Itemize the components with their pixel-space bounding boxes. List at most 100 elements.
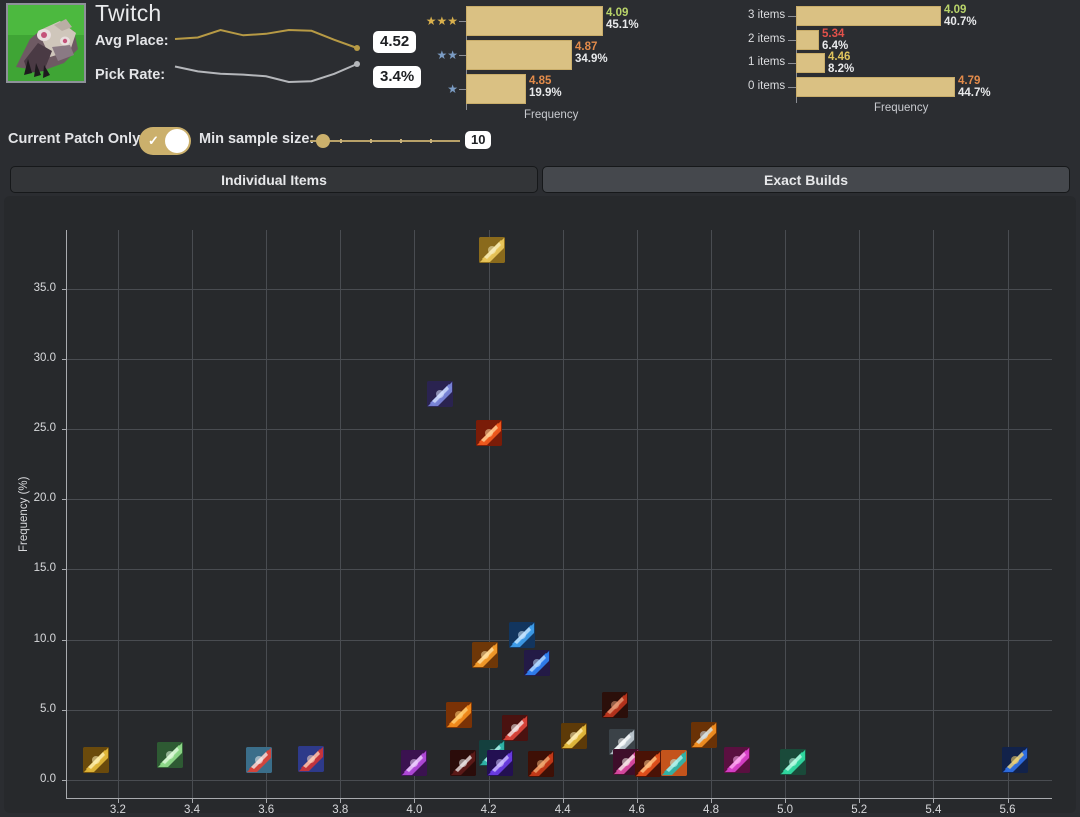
gridline bbox=[66, 569, 1052, 570]
item-giant-slayer-icon bbox=[472, 642, 498, 668]
star-level-chart: ★★★4.0945.1%★★4.8734.9%★4.8519.9% Freque… bbox=[428, 2, 678, 120]
item-rabadons-icon bbox=[724, 747, 750, 773]
item-blue-buff[interactable] bbox=[524, 650, 550, 676]
item-rabadons[interactable] bbox=[724, 747, 750, 773]
item-bar-frequency: 8.2% bbox=[828, 63, 854, 75]
star-bar bbox=[466, 40, 572, 70]
item-bar-place: 4.09 bbox=[944, 4, 977, 16]
item-bar-place: 4.46 bbox=[828, 51, 854, 63]
item-bloodthirster[interactable] bbox=[528, 751, 554, 777]
gridline bbox=[711, 230, 712, 798]
item-count-bar bbox=[796, 30, 819, 50]
gridline bbox=[414, 230, 415, 798]
item-banner[interactable] bbox=[450, 750, 476, 776]
x-tick-label: 3.4 bbox=[172, 804, 212, 816]
item-banner-icon bbox=[450, 750, 476, 776]
x-tick-label: 5.4 bbox=[913, 804, 953, 816]
item-infinity-edge-icon bbox=[476, 420, 502, 446]
gridline bbox=[192, 230, 193, 798]
item-chart-axis-title: Frequency bbox=[874, 102, 928, 114]
item-gargoyle[interactable] bbox=[635, 751, 661, 777]
avg-place-sparkline bbox=[172, 26, 368, 58]
item-edge-of-night[interactable] bbox=[691, 722, 717, 748]
y-tick-label: 35.0 bbox=[14, 282, 56, 294]
avg-place-label: Avg Place: bbox=[95, 33, 169, 49]
current-patch-toggle[interactable]: ✓ bbox=[139, 127, 191, 155]
star-bar-frequency: 19.9% bbox=[529, 87, 562, 99]
gridline bbox=[66, 429, 1052, 430]
header: Twitch Avg Place: Pick Rate: 4.52 3.4% ★… bbox=[0, 0, 1080, 120]
item-deathblade-icon bbox=[602, 692, 628, 718]
slider-thumb[interactable] bbox=[316, 134, 330, 148]
scatter-plot[interactable]: 0.05.010.015.020.025.030.035.03.23.43.63… bbox=[4, 196, 1076, 813]
gridline bbox=[933, 230, 934, 798]
item-bar-labels: 5.346.4% bbox=[822, 28, 848, 52]
gridline bbox=[66, 710, 1052, 711]
item-last-whisper-icon bbox=[502, 715, 528, 741]
item-bar-frequency: 6.4% bbox=[822, 40, 848, 52]
item-spear-of-shojin[interactable] bbox=[561, 723, 587, 749]
item-count-label: 2 items bbox=[748, 33, 785, 45]
star-rating-icons: ★★★ bbox=[426, 15, 458, 27]
pick-rate-label: Pick Rate: bbox=[95, 67, 165, 83]
y-tick-label: 5.0 bbox=[14, 703, 56, 715]
x-tick-label: 5.0 bbox=[765, 804, 805, 816]
item-zephyr[interactable] bbox=[298, 746, 324, 772]
item-zekes-herald-icon bbox=[246, 747, 272, 773]
item-hand-of-justice[interactable] bbox=[487, 750, 513, 776]
item-runaans-hurricane[interactable] bbox=[427, 381, 453, 407]
item-trap-claw[interactable] bbox=[780, 749, 806, 775]
item-zephyr-icon bbox=[298, 746, 324, 772]
gridline bbox=[859, 230, 860, 798]
item-bar-labels: 4.7944.7% bbox=[958, 75, 991, 99]
star-bar-frequency: 34.9% bbox=[575, 53, 608, 65]
item-thiefs-gloves[interactable] bbox=[661, 750, 687, 776]
item-runaans-hurricane-icon bbox=[427, 381, 453, 407]
x-tick-label: 4.8 bbox=[691, 804, 731, 816]
item-bar-frequency: 44.7% bbox=[958, 87, 991, 99]
item-thiefs-gloves-icon bbox=[661, 750, 687, 776]
gridline bbox=[785, 230, 786, 798]
star-bar-place: 4.87 bbox=[575, 41, 608, 53]
item-giant-slayer[interactable] bbox=[472, 642, 498, 668]
item-sunfire-cape[interactable] bbox=[446, 702, 472, 728]
item-chalice-of-power-icon bbox=[401, 750, 427, 776]
y-axis bbox=[66, 230, 67, 798]
item-count-bar bbox=[796, 77, 955, 97]
item-blue-buff-icon bbox=[524, 650, 550, 676]
item-guinsoos-rageblade[interactable] bbox=[479, 237, 505, 263]
min-sample-size-value[interactable]: 10 bbox=[465, 131, 491, 149]
gridline bbox=[1008, 230, 1009, 798]
item-dragons-claw[interactable] bbox=[83, 747, 109, 773]
item-trap-claw-icon bbox=[780, 749, 806, 775]
item-zekes-herald[interactable] bbox=[246, 747, 272, 773]
x-tick-label: 5.2 bbox=[839, 804, 879, 816]
item-count-label: 3 items bbox=[748, 9, 785, 21]
champion-portrait[interactable] bbox=[6, 3, 86, 83]
item-warmogs-icon bbox=[1002, 747, 1028, 773]
x-tick-label: 4.6 bbox=[617, 804, 657, 816]
item-bar-frequency: 40.7% bbox=[944, 16, 977, 28]
item-statikk-shiv[interactable] bbox=[509, 622, 535, 648]
item-count-bar bbox=[796, 6, 941, 26]
item-infinity-edge[interactable] bbox=[476, 420, 502, 446]
toggle-knob bbox=[165, 129, 189, 153]
tab-exact-builds[interactable]: Exact Builds bbox=[542, 166, 1070, 193]
item-count-label: 1 items bbox=[748, 56, 785, 68]
item-last-whisper[interactable] bbox=[502, 715, 528, 741]
item-warmogs[interactable] bbox=[1002, 747, 1028, 773]
star-bar-place: 4.09 bbox=[606, 7, 639, 19]
item-deathblade[interactable] bbox=[602, 692, 628, 718]
pick-rate-sparkline bbox=[172, 60, 368, 92]
x-tick-label: 4.0 bbox=[394, 804, 434, 816]
min-sample-size-slider[interactable] bbox=[310, 134, 460, 148]
gridline bbox=[489, 230, 490, 798]
star-bar-frequency: 45.1% bbox=[606, 19, 639, 31]
item-chalice-of-power[interactable] bbox=[401, 750, 427, 776]
item-bar-place: 5.34 bbox=[822, 28, 848, 40]
item-guinsoos-rageblade-icon bbox=[479, 237, 505, 263]
x-tick-label: 4.2 bbox=[469, 804, 509, 816]
item-redemption[interactable] bbox=[157, 742, 183, 768]
tab-individual-items[interactable]: Individual Items bbox=[10, 166, 538, 193]
item-gargoyle-icon bbox=[635, 751, 661, 777]
